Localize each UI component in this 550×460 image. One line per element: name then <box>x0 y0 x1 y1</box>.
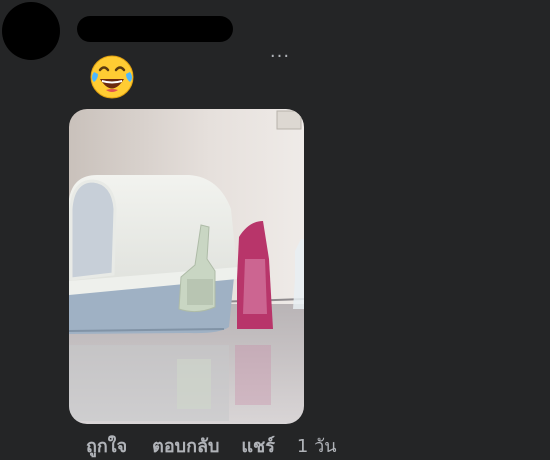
comment-photo[interactable] <box>69 109 304 424</box>
reply-button[interactable]: ตอบกลับ <box>152 431 219 460</box>
share-button[interactable]: แชร์ <box>241 431 275 460</box>
avatar[interactable] <box>2 2 60 60</box>
commenter-name-redacted[interactable] <box>77 16 233 42</box>
comment-actions: ถูกใจ ตอบกลับ แชร์ 1 วัน <box>86 433 337 457</box>
timestamp[interactable]: 1 วัน <box>297 431 337 460</box>
more-options-button[interactable]: ··· <box>266 48 294 66</box>
litter-box-photo <box>69 109 304 424</box>
face-with-tears-of-joy-icon <box>90 55 134 99</box>
like-button[interactable]: ถูกใจ <box>86 431 127 460</box>
